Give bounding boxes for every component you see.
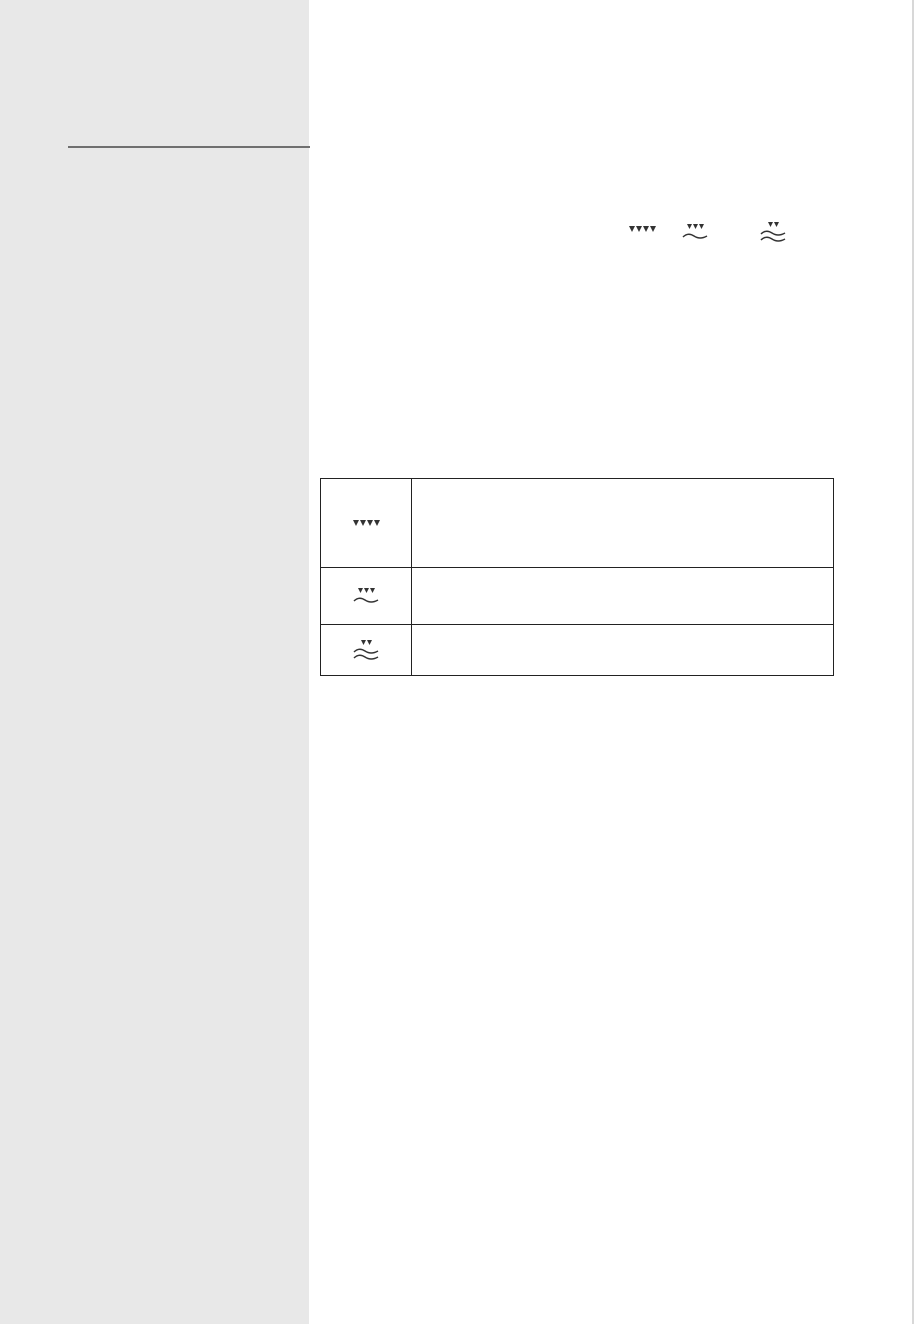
water-level-legend-table — [320, 478, 834, 676]
sidebar-margin — [0, 0, 310, 1324]
legend-icon-cell — [321, 479, 412, 567]
inline-symbol-line — [620, 220, 800, 246]
water-level-4-drops-icon — [352, 518, 380, 528]
legend-icon-cell — [321, 625, 412, 676]
document-page — [0, 0, 914, 1324]
legend-icon-cell — [321, 568, 412, 624]
legend-text — [412, 625, 833, 676]
water-level-3-drops-wave-icon — [353, 586, 379, 606]
legend-row — [321, 479, 833, 568]
legend-text — [412, 568, 833, 624]
legend-text — [412, 479, 833, 567]
water-level-3-drops-wave-icon — [682, 222, 708, 242]
legend-row — [321, 568, 833, 625]
legend-row — [321, 625, 833, 676]
water-level-2-drops-double-wave-icon — [760, 221, 786, 245]
water-level-4-drops-icon — [628, 224, 656, 234]
water-level-2-drops-double-wave-icon — [353, 639, 379, 663]
sidebar-heading-rule — [68, 146, 310, 148]
